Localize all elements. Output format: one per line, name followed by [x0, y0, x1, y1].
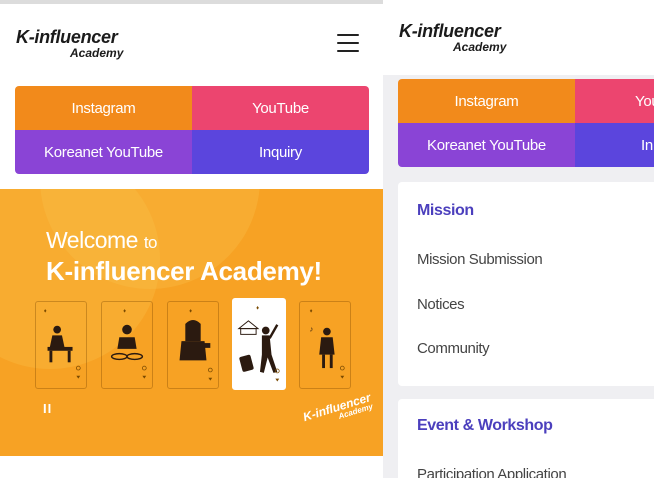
koreanet-youtube-button[interactable]: Koreanet YouTube: [398, 123, 575, 167]
menu-item-mission-submission[interactable]: Mission Submission: [417, 251, 543, 268]
right-screen: K-influencer Academy Instagram You Korea…: [383, 0, 654, 478]
koreanet-youtube-button[interactable]: Koreanet YouTube: [15, 130, 192, 174]
site-logo[interactable]: K-influencer Academy: [16, 28, 123, 59]
event-workshop-section: Event & Workshop Participation Applicati…: [398, 399, 654, 478]
menu-item-participation-application[interactable]: Participation Application: [417, 466, 567, 478]
svg-text:♦: ♦: [256, 305, 259, 311]
instagram-button[interactable]: Instagram: [398, 79, 575, 123]
svg-text:♦: ♦: [123, 308, 126, 314]
screenshot-stage: K-influencer Academy Instagram YouTube K…: [0, 0, 654, 478]
illustration-card-traveler: ♦: [232, 298, 286, 390]
illustration-card-eating: ♦: [101, 301, 153, 389]
social-button-grid: Instagram You Koreanet YouTube In: [398, 79, 654, 167]
menu-item-community[interactable]: Community: [417, 340, 490, 357]
left-screen: K-influencer Academy Instagram YouTube K…: [0, 0, 383, 478]
logo-line2: Academy: [70, 46, 124, 60]
svg-text:♦: ♦: [44, 308, 47, 314]
logo-line1: K-influencer: [16, 27, 118, 47]
inquiry-button[interactable]: In: [575, 123, 654, 167]
event-workshop-title[interactable]: Event & Workshop: [417, 417, 553, 435]
illustration-card-woman: ♦: [167, 301, 219, 389]
social-button-grid: Instagram YouTube Koreanet YouTube Inqui…: [15, 86, 369, 174]
top-divider: [0, 0, 383, 4]
inquiry-button[interactable]: Inquiry: [192, 130, 369, 174]
banner-heading: Welcome to K-influencer Academy!: [46, 227, 322, 287]
svg-text:♦: ♦: [189, 308, 192, 314]
welcome-to-text: to: [143, 233, 158, 252]
illustration-card-worker: ♦: [35, 301, 87, 389]
instagram-button[interactable]: Instagram: [15, 86, 192, 130]
youtube-button[interactable]: YouTube: [192, 86, 369, 130]
welcome-text: Welcome: [46, 227, 138, 253]
welcome-banner[interactable]: Welcome to K-influencer Academy! ♦ ♦ ♦ ♦…: [0, 189, 383, 456]
menu-item-notices[interactable]: Notices: [417, 296, 465, 313]
pause-icon[interactable]: II: [43, 401, 52, 416]
site-logo[interactable]: K-influencer Academy: [399, 22, 506, 53]
illustration-card-musician: ♦ ♪: [299, 301, 351, 389]
banner-headline: K-influencer Academy!: [46, 256, 322, 286]
svg-text:♪: ♪: [310, 325, 314, 334]
hamburger-menu-icon[interactable]: [337, 34, 359, 52]
svg-text:♦: ♦: [310, 308, 313, 314]
youtube-button[interactable]: You: [575, 79, 654, 123]
banner-stamp-logo: K-influencer Academy: [301, 390, 375, 431]
logo-line1: K-influencer: [399, 21, 501, 41]
logo-line2: Academy: [453, 40, 507, 54]
mission-title[interactable]: Mission: [417, 202, 474, 220]
mission-section: Mission Mission Submission Notices Commu…: [398, 182, 654, 386]
